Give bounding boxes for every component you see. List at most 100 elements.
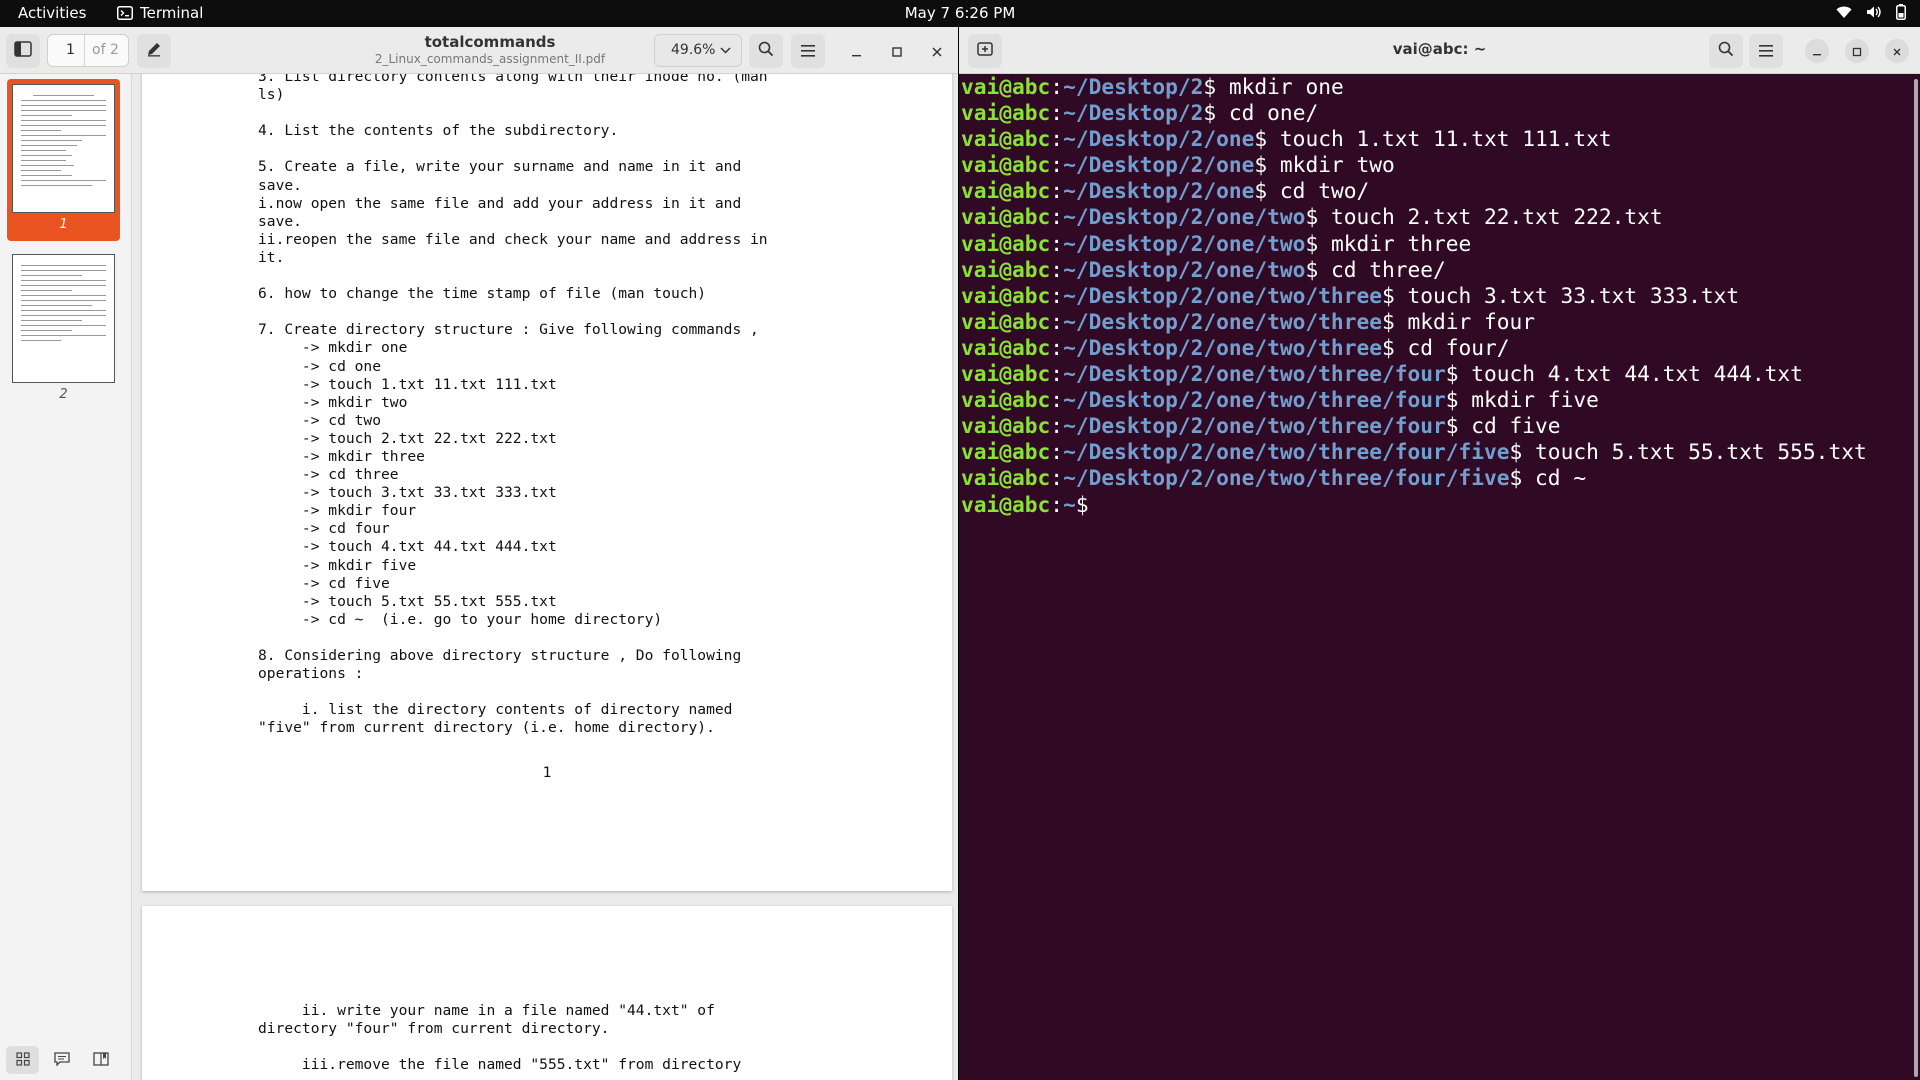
prompt-user: vai@abc (961, 230, 1051, 256)
annotate-button[interactable] (137, 34, 171, 68)
prompt-separator: : (1050, 387, 1064, 413)
prompt-symbol: $ (1305, 204, 1319, 230)
prompt-separator: : (1050, 256, 1064, 282)
prompt-symbol: $ (1445, 387, 1459, 413)
prompt-separator: : (1050, 74, 1064, 99)
command-text: cd five (1458, 413, 1561, 439)
terminal-line: vai@abc:~/Desktop/2/one/two/three$ mkdir… (961, 309, 1867, 335)
thumbnails-icon (15, 1051, 30, 1070)
terminal-output[interactable]: vai@abc:~/Desktop/2$ mkdir one vai@abc:~/… (961, 74, 1867, 518)
command-text: mkdir one (1216, 74, 1344, 99)
thumbnails-mode-button[interactable] (6, 1046, 39, 1074)
close-icon (932, 42, 942, 61)
terminal-minimize-button[interactable] (1805, 39, 1829, 63)
prompt-separator: : (1050, 100, 1064, 126)
prompt-symbol: $ (1305, 256, 1319, 282)
prompt-symbol: $ (1203, 100, 1217, 126)
terminal-maximize-button[interactable] (1845, 39, 1869, 63)
terminal-line: vai@abc:~$ (961, 492, 1867, 518)
prompt-symbol: $ (1381, 334, 1395, 360)
annotations-icon (53, 1051, 70, 1070)
prompt-user: vai@abc (961, 74, 1051, 99)
prompt-path: ~/Desktop/2/one/two (1063, 230, 1306, 256)
maximize-button[interactable] (880, 34, 914, 68)
volume-icon (1866, 5, 1882, 23)
prompt-symbol: $ (1509, 465, 1523, 491)
prompt-separator: : (1050, 126, 1064, 152)
prompt-path: ~/Desktop/2/one/two (1063, 204, 1306, 230)
terminal-menu-button[interactable] (1749, 34, 1783, 68)
bookmarks-mode-button[interactable] (84, 1046, 117, 1074)
command-text: touch 2.txt 22.txt 222.txt (1318, 204, 1663, 230)
minimize-icon (852, 42, 862, 61)
prompt-path: ~/Desktop/2/one/two/three/four (1063, 361, 1446, 387)
document-page-2: ii. write your name in a file named "44.… (142, 906, 952, 1080)
terminal-scrollbar[interactable] (1914, 79, 1918, 1077)
terminal-line: vai@abc:~/Desktop/2/one$ mkdir two (961, 152, 1867, 178)
close-button[interactable] (920, 34, 954, 68)
command-text: cd three/ (1318, 256, 1446, 282)
prompt-user: vai@abc (961, 100, 1051, 126)
command-text: mkdir four (1394, 308, 1536, 334)
command-text: cd two/ (1267, 178, 1370, 204)
main-menu-button[interactable] (791, 34, 825, 68)
prompt-separator: : (1050, 491, 1064, 517)
prompt-symbol: $ (1381, 308, 1395, 334)
prompt-user: vai@abc (961, 178, 1051, 204)
prompt-path: ~/Desktop/2 (1063, 100, 1204, 126)
terminal-window: vai@abc: ~ vai@abc:~/Desktop/2$ mkdir on… (959, 27, 1920, 1080)
terminal-line: vai@abc:~/Desktop/2/one/two/three/four$ … (961, 413, 1867, 439)
terminal-line: vai@abc:~/Desktop/2/one/two$ touch 2.txt… (961, 204, 1867, 230)
terminal-header-bar: vai@abc: ~ (959, 27, 1920, 74)
zoom-dropdown[interactable]: 49.6% (654, 34, 742, 67)
prompt-separator: : (1050, 230, 1064, 256)
search-button[interactable] (749, 34, 783, 68)
minimize-icon (1812, 42, 1822, 61)
prompt-user: vai@abc (961, 204, 1051, 230)
prompt-path: ~/Desktop/2 (1063, 74, 1204, 99)
page-total-label: of 2 (92, 42, 119, 58)
command-text: mkdir five (1458, 387, 1599, 413)
terminal-line: vai@abc:~/Desktop/2/one$ touch 1.txt 11.… (961, 126, 1867, 152)
thumbnail-image (12, 254, 115, 383)
terminal-search-button[interactable] (1709, 34, 1743, 68)
document-page-1: 3. List directory contents along with th… (142, 74, 952, 891)
document-canvas[interactable]: 3. List directory contents along with th… (133, 74, 958, 1080)
prompt-symbol: $ (1509, 439, 1523, 465)
terminal-line: vai@abc:~/Desktop/2/one/two/three$ cd fo… (961, 335, 1867, 361)
prompt-user: vai@abc (961, 439, 1051, 465)
command-text: cd one/ (1216, 100, 1319, 126)
prompt-path: ~/Desktop/2/one/two (1063, 256, 1306, 282)
prompt-path: ~/Desktop/2/one/two/three/four (1063, 387, 1446, 413)
sidebar-toggle-button[interactable] (6, 34, 40, 68)
annotate-pen-icon (146, 41, 162, 61)
current-page-input[interactable]: 1 (66, 42, 75, 58)
page-2-text: ii. write your name in a file named "44.… (258, 1002, 742, 1074)
prompt-user: vai@abc (961, 491, 1051, 517)
minimize-button[interactable] (840, 34, 874, 68)
command-text: mkdir two (1267, 152, 1395, 178)
prompt-symbol: $ (1381, 282, 1395, 308)
clock[interactable]: May 7 6:26 PM (0, 4, 1920, 22)
prompt-user: vai@abc (961, 308, 1051, 334)
page-thumbnail-2[interactable]: 2 (7, 249, 120, 411)
prompt-path: ~/Desktop/2/one (1063, 178, 1255, 204)
menu-icon (801, 42, 815, 61)
system-tray[interactable] (1836, 4, 1906, 24)
prompt-path: ~/Desktop/2/one/two/three/four (1063, 413, 1446, 439)
command-text: touch 4.txt 44.txt 444.txt (1458, 361, 1803, 387)
terminal-line: vai@abc:~/Desktop/2$ cd one/ (961, 100, 1867, 126)
prompt-separator: : (1050, 282, 1064, 308)
annotations-mode-button[interactable] (45, 1046, 78, 1074)
terminal-line: vai@abc:~/Desktop/2/one/two/three/four/f… (961, 465, 1867, 491)
prompt-separator: : (1050, 204, 1064, 230)
page-number-field[interactable]: 1 of 2 (47, 34, 129, 67)
prompt-symbol: $ (1445, 361, 1459, 387)
battery-icon (1896, 4, 1906, 24)
page-thumbnail-1[interactable]: 1 (7, 79, 120, 241)
command-text: touch 3.txt 33.txt 333.txt (1394, 282, 1740, 308)
document-title: totalcommands (424, 33, 556, 51)
terminal-line: vai@abc:~/Desktop/2$ mkdir one (961, 74, 1867, 100)
document-title-block: totalcommands 2_Linux_commands_assignmen… (340, 33, 640, 66)
terminal-close-button[interactable] (1885, 39, 1909, 63)
